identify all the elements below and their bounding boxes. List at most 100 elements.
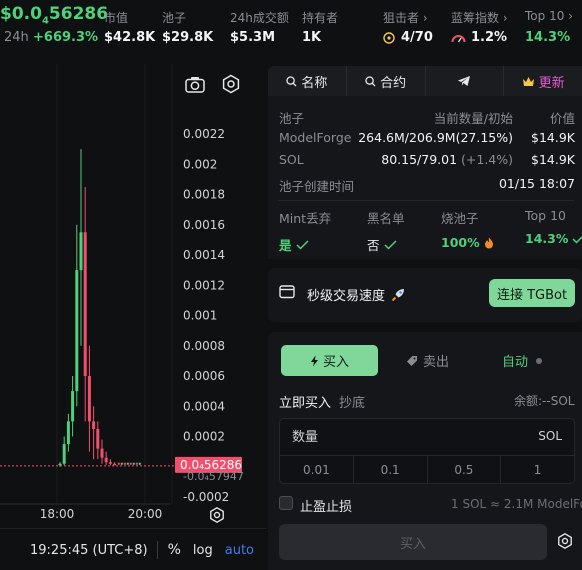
y-tick-label: 0.0002 bbox=[183, 430, 225, 444]
preset-button[interactable]: 0.5 bbox=[428, 456, 502, 484]
trade-speed-label: 秒级交易速度 bbox=[307, 285, 405, 304]
top10-label[interactable]: Top 10 › bbox=[525, 9, 573, 23]
tag-icon bbox=[407, 355, 417, 366]
rocket-icon bbox=[391, 288, 405, 301]
pool-value: $29.8K bbox=[162, 30, 214, 45]
search-name-button[interactable]: 名称 bbox=[268, 66, 347, 96]
volume-label: 24h成交额 bbox=[230, 11, 289, 25]
mode-limit[interactable]: 抄底 bbox=[339, 392, 365, 411]
chart-settings-icon[interactable] bbox=[205, 503, 229, 527]
candle-body bbox=[120, 462, 123, 465]
rate-text: 1 SOL ≈ 2.1M ModelFor bbox=[451, 497, 582, 511]
candle-body bbox=[96, 428, 100, 449]
status-dot bbox=[536, 357, 543, 364]
amount-input[interactable] bbox=[280, 419, 574, 455]
candle-body bbox=[75, 270, 79, 392]
top10-value: 14.3% bbox=[525, 30, 571, 45]
check-icon bbox=[572, 235, 582, 244]
search-icon bbox=[365, 75, 376, 86]
y-tick-label: 0.0022 bbox=[183, 127, 225, 141]
search-contract-button[interactable]: 合约 bbox=[347, 66, 426, 96]
chevron-right-icon: › bbox=[422, 11, 428, 25]
candle-body bbox=[58, 463, 62, 466]
candlestick-chart[interactable]: 0.0022 0.002 0.0018 0.0016 0.0014 0.0012 0.001… bbox=[0, 64, 267, 570]
stop-loss-checkbox[interactable] bbox=[279, 496, 293, 510]
y-tick-label: -0.0002 bbox=[183, 490, 229, 504]
check-icon bbox=[383, 239, 397, 250]
preset-button[interactable]: 0.1 bbox=[354, 456, 428, 484]
update-button[interactable]: 更新 bbox=[504, 66, 582, 96]
crown-icon bbox=[522, 76, 534, 86]
balance-text: 余额:--SOL bbox=[514, 394, 575, 408]
y-tick-label: 0.0016 bbox=[183, 218, 225, 232]
candle-body bbox=[129, 462, 132, 465]
unit-label: SOL bbox=[538, 429, 562, 443]
wallet-icon bbox=[279, 284, 295, 303]
connect-tgbot-button[interactable]: 连接 TGBot bbox=[489, 279, 575, 307]
fire-icon bbox=[484, 237, 493, 248]
candle-body bbox=[123, 462, 126, 465]
candle-body bbox=[108, 462, 112, 464]
settings-icon[interactable] bbox=[219, 72, 243, 96]
preset-button[interactable]: 1 bbox=[501, 456, 574, 484]
market-cap-label: 市值 bbox=[104, 11, 129, 25]
candle-body bbox=[87, 376, 91, 422]
y-tick-label: 0.0008 bbox=[183, 339, 225, 353]
separator bbox=[156, 541, 158, 559]
log-toggle[interactable]: log bbox=[193, 543, 213, 558]
y-tick-label: 0.0014 bbox=[183, 248, 225, 262]
lightning-icon bbox=[310, 355, 318, 366]
y-tick-label: 0.0006 bbox=[183, 369, 225, 383]
candle-body bbox=[79, 232, 83, 271]
change-period-label: 24h bbox=[4, 30, 29, 45]
percent-toggle[interactable]: % bbox=[168, 542, 181, 558]
chart-clock: 19:25:45 (UTC+8) bbox=[30, 542, 148, 558]
holders-label: 持有者 bbox=[302, 11, 339, 25]
blacklist-status: 黑名单 否 bbox=[367, 211, 405, 253]
target-icon bbox=[383, 31, 395, 44]
change-value: +669.3% bbox=[33, 30, 99, 45]
tab-buy[interactable]: 买入 bbox=[281, 345, 378, 376]
gauge-icon bbox=[451, 34, 466, 42]
holders-value: 1K bbox=[302, 30, 322, 45]
preset-button[interactable]: 0.01 bbox=[280, 456, 354, 484]
price-chart[interactable]: 0.0022 0.002 0.0018 0.0016 0.0014 0.0012 0.001… bbox=[0, 64, 267, 570]
search-icon bbox=[286, 75, 297, 86]
preset-amounts: 0.01 0.1 0.5 1 bbox=[280, 455, 574, 484]
info-tabs: 名称 合约 更新 bbox=[268, 66, 582, 96]
chevron-right-icon: › bbox=[568, 9, 573, 23]
tab-auto[interactable]: 自动 bbox=[502, 345, 543, 376]
camera-icon[interactable] bbox=[183, 72, 207, 96]
market-cap-value: $42.8K bbox=[104, 30, 156, 45]
candle-body bbox=[92, 421, 96, 429]
candle-body bbox=[132, 462, 135, 465]
buy-submit-button[interactable]: 买入 bbox=[279, 524, 547, 560]
auto-toggle[interactable]: auto bbox=[225, 543, 254, 558]
y-tick-label: 0.001 bbox=[183, 309, 217, 323]
snipers-value: 4/70 bbox=[383, 30, 433, 45]
x-tick-label: 18:00 bbox=[40, 507, 75, 521]
settings-icon[interactable] bbox=[556, 532, 574, 554]
token-price: $0.0456286 bbox=[0, 4, 109, 27]
bluechip-label[interactable]: 蓝筹指数 › bbox=[451, 9, 508, 26]
candle-body bbox=[83, 232, 87, 376]
mode-instant[interactable]: 立即买入 bbox=[279, 392, 331, 411]
snipers-label[interactable]: 狙击者 › bbox=[383, 9, 428, 26]
telegram-button[interactable] bbox=[426, 66, 505, 96]
candle-body bbox=[100, 448, 104, 458]
check-icon bbox=[295, 239, 309, 250]
bluechip-value: 1.2% bbox=[451, 30, 507, 45]
tab-sell[interactable]: 卖出 bbox=[406, 345, 466, 376]
top10-status: Top 10 14.3% bbox=[525, 208, 582, 246]
chart-bottom-bar: 19:25:45 (UTC+8) % log auto bbox=[0, 530, 267, 570]
price-below-label: -0.0₄57947 bbox=[183, 470, 244, 483]
candle-body bbox=[126, 462, 129, 465]
burn-status: 烧池子 100% bbox=[441, 208, 494, 250]
candle-body bbox=[104, 457, 108, 463]
telegram-icon bbox=[458, 76, 471, 86]
candle-body bbox=[71, 391, 75, 422]
candle-body bbox=[135, 462, 138, 465]
volume-value: $5.3M bbox=[230, 30, 276, 45]
token-stats-bar: $0.0456286 24h +669.3% 市值 $42.8K 池子 $29.… bbox=[0, 0, 582, 56]
amount-box: SOL 0.01 0.1 0.5 1 bbox=[279, 418, 575, 484]
